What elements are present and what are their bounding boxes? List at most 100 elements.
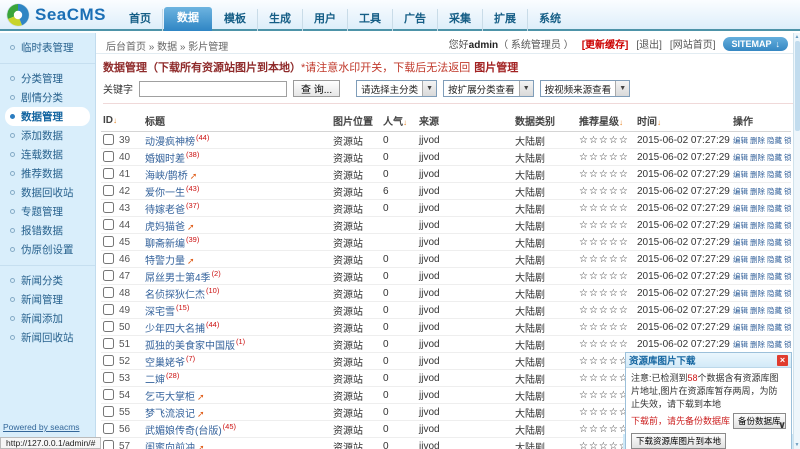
sidebar-item[interactable]: 分类管理 — [0, 69, 95, 88]
hide-link[interactable]: 隐藏 — [767, 170, 782, 179]
delete-link[interactable]: 删除 — [750, 306, 765, 315]
column-header[interactable]: 人气↓ — [381, 110, 417, 132]
chevron-down-icon[interactable]: ∨ — [778, 420, 786, 431]
title-link[interactable]: 海峡/鹊桥 — [145, 171, 188, 182]
powered-by-link[interactable]: Powered by seacms — [3, 422, 80, 432]
sidebar-item[interactable]: 连载数据 — [0, 145, 95, 164]
sidebar-item[interactable]: 推荐数据 — [0, 164, 95, 183]
delete-link[interactable]: 删除 — [750, 187, 765, 196]
edit-link[interactable]: 编辑 — [733, 306, 748, 315]
sidebar-item[interactable]: 剧情分类 — [0, 88, 95, 107]
edit-link[interactable]: 编辑 — [733, 204, 748, 213]
title-link[interactable]: 二婶 — [145, 375, 165, 386]
delete-link[interactable]: 删除 — [750, 340, 765, 349]
lock-link[interactable]: 锁定 — [784, 153, 791, 162]
nav-tab-0[interactable]: 首页 — [118, 9, 163, 31]
edit-link[interactable]: 编辑 — [733, 272, 748, 281]
delete-link[interactable]: 删除 — [750, 238, 765, 247]
delete-link[interactable]: 删除 — [750, 289, 765, 298]
lock-link[interactable]: 锁定 — [784, 323, 791, 332]
sidebar-item[interactable]: 伪原创设置 — [0, 240, 95, 259]
sidebar-item[interactable]: 新闻添加 — [0, 309, 95, 328]
nav-tab-6[interactable]: 广告 — [393, 9, 438, 31]
hide-link[interactable]: 隐藏 — [767, 153, 782, 162]
sort-desc-icon[interactable]: ↓ — [113, 116, 117, 125]
delete-link[interactable]: 删除 — [750, 323, 765, 332]
delete-link[interactable]: 删除 — [750, 153, 765, 162]
nav-tab-7[interactable]: 采集 — [438, 9, 483, 31]
title-link[interactable]: 动漫疯神榜 — [145, 137, 195, 148]
nav-tab-8[interactable]: 扩展 — [483, 9, 528, 31]
row-checkbox[interactable] — [103, 219, 114, 230]
row-checkbox[interactable] — [103, 287, 114, 298]
title-link[interactable]: 名侦探狄仁杰 — [145, 290, 205, 301]
row-checkbox[interactable] — [103, 253, 114, 264]
scroll-up-icon[interactable]: ▲ — [794, 34, 800, 40]
edit-link[interactable]: 编辑 — [733, 238, 748, 247]
lock-link[interactable]: 锁定 — [784, 272, 791, 281]
lock-link[interactable]: 锁定 — [784, 306, 791, 315]
row-checkbox[interactable] — [103, 406, 114, 417]
update-cache-link[interactable]: [更新缓存] — [582, 36, 629, 51]
hide-link[interactable]: 隐藏 — [767, 238, 782, 247]
title-link[interactable]: 聊斋新编 — [145, 239, 185, 250]
select-main-category[interactable]: 请选择主分类 ▼ — [356, 80, 437, 97]
hide-link[interactable]: 隐藏 — [767, 136, 782, 145]
edit-link[interactable]: 编辑 — [733, 323, 748, 332]
sitemap-button[interactable]: SITEMAP↓ — [723, 37, 788, 51]
edit-link[interactable]: 编辑 — [733, 289, 748, 298]
title-link[interactable]: 少年四大名捕 — [145, 324, 205, 335]
column-header[interactable]: ID↓ — [101, 110, 143, 132]
row-checkbox[interactable] — [103, 168, 114, 179]
nav-tab-2[interactable]: 模板 — [213, 9, 258, 31]
select-extended-category[interactable]: 按扩展分类查看 ▼ — [443, 80, 534, 97]
nav-tab-9[interactable]: 系统 — [528, 9, 572, 31]
lock-link[interactable]: 锁定 — [784, 187, 791, 196]
edit-link[interactable]: 编辑 — [733, 153, 748, 162]
row-checkbox[interactable] — [103, 372, 114, 383]
popup-titlebar[interactable]: 资源库图片下载 × — [626, 353, 791, 368]
nav-tab-3[interactable]: 生成 — [258, 9, 303, 31]
lock-link[interactable]: 锁定 — [784, 289, 791, 298]
row-checkbox[interactable] — [103, 338, 114, 349]
row-checkbox[interactable] — [103, 355, 114, 366]
hide-link[interactable]: 隐藏 — [767, 272, 782, 281]
lock-link[interactable]: 锁定 — [784, 340, 791, 349]
sidebar-item[interactable]: 新闻管理 — [0, 290, 95, 309]
title-link[interactable]: 深宅雪 — [145, 307, 175, 318]
column-header[interactable]: 推荐星级↓ — [577, 110, 635, 132]
row-checkbox[interactable] — [103, 304, 114, 315]
column-header[interactable]: 时间↓ — [635, 110, 731, 132]
edit-link[interactable]: 编辑 — [733, 170, 748, 179]
hide-link[interactable]: 隐藏 — [767, 204, 782, 213]
sort-desc-icon[interactable]: ↓ — [657, 118, 661, 127]
delete-link[interactable]: 删除 — [750, 136, 765, 145]
hide-link[interactable]: 隐藏 — [767, 340, 782, 349]
row-checkbox[interactable] — [103, 270, 114, 281]
title-link[interactable]: 梦飞流浪记 — [145, 409, 195, 420]
sidebar-item[interactable]: 新闻回收站 — [0, 328, 95, 347]
hide-link[interactable]: 隐藏 — [767, 289, 782, 298]
hide-link[interactable]: 隐藏 — [767, 255, 782, 264]
hide-link[interactable]: 隐藏 — [767, 323, 782, 332]
image-manage-link[interactable]: 图片管理 — [474, 62, 518, 74]
title-link[interactable]: 婚姻时差 — [145, 154, 185, 165]
scrollbar-thumb[interactable] — [795, 41, 800, 131]
row-checkbox[interactable] — [103, 423, 114, 434]
sidebar-item[interactable]: 临时表管理 — [0, 38, 95, 57]
lock-link[interactable]: 锁定 — [784, 238, 791, 247]
sidebar-item[interactable]: 添加数据 — [0, 126, 95, 145]
title-link[interactable]: 孤独的美食家中国版 — [145, 341, 235, 352]
title-link[interactable]: 虎妈猫爸 — [145, 222, 185, 233]
keyword-input[interactable] — [139, 81, 287, 97]
row-checkbox[interactable] — [103, 440, 114, 449]
sort-desc-icon[interactable]: ↓ — [403, 118, 407, 127]
vertical-scrollbar[interactable]: ▲ ▼ — [793, 33, 800, 449]
query-button[interactable]: 查 询... — [293, 80, 340, 97]
title-link[interactable]: 特警力量 — [145, 256, 185, 267]
lock-link[interactable]: 锁定 — [784, 136, 791, 145]
edit-link[interactable]: 编辑 — [733, 255, 748, 264]
title-link[interactable]: 爱你一生 — [145, 188, 185, 199]
logout-link[interactable]: [退出] — [636, 36, 662, 51]
row-checkbox[interactable] — [103, 321, 114, 332]
